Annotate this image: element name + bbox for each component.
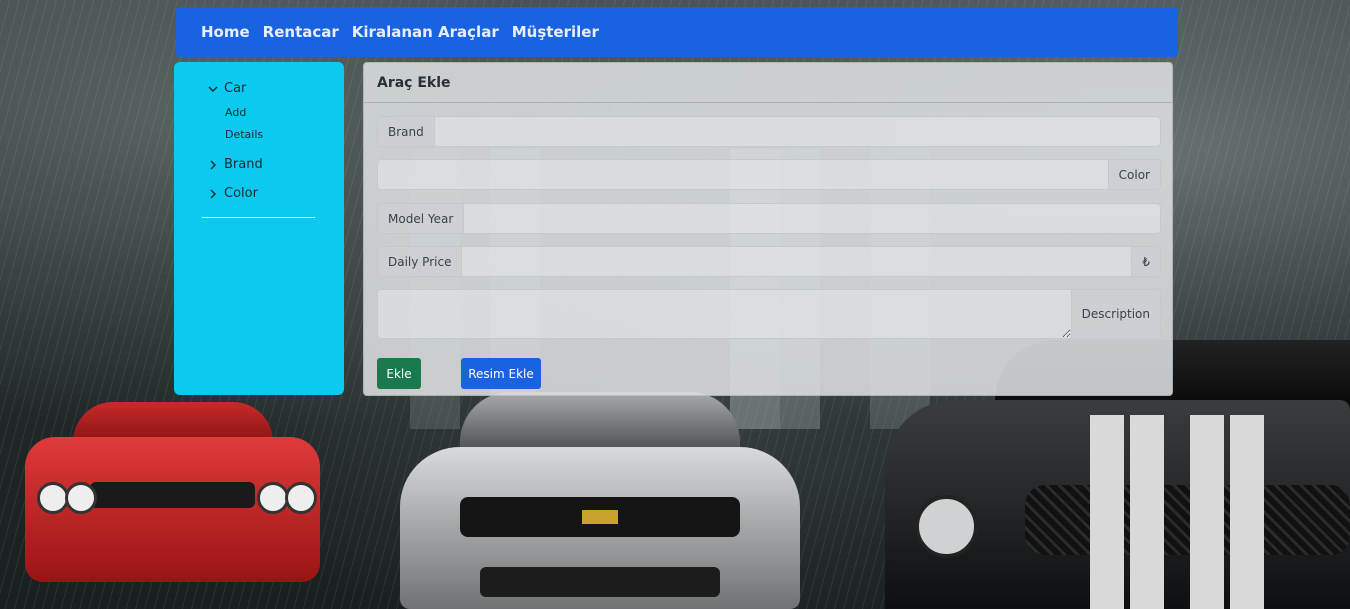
add-car-card: Araç Ekle Brand Color Model Year Daily P…: [363, 62, 1173, 396]
sidebar-item-car[interactable]: Car: [208, 81, 246, 96]
description-label: Description: [1070, 290, 1160, 338]
daily-price-label: Daily Price: [378, 247, 463, 276]
add-button[interactable]: Ekle: [377, 358, 421, 389]
daily-price-input-group: Daily Price ₺: [377, 246, 1161, 277]
color-input-group: Color: [377, 159, 1161, 190]
nav-link-home[interactable]: Home: [201, 23, 250, 41]
sidebar: Car Add Details Brand Color: [174, 62, 344, 395]
color-input[interactable]: [378, 160, 1108, 189]
sidebar-item-brand[interactable]: Brand: [208, 157, 263, 172]
chevron-down-icon: [208, 86, 218, 92]
sidebar-item-color[interactable]: Color: [208, 186, 258, 201]
silver-car-image: [400, 392, 800, 609]
model-year-input-group: Model Year: [377, 203, 1161, 234]
chevron-right-icon: [210, 189, 216, 198]
chevron-right-icon: [210, 160, 216, 169]
currency-symbol: ₺: [1131, 247, 1160, 276]
brand-input[interactable]: [434, 117, 1160, 146]
model-year-input[interactable]: [464, 204, 1160, 233]
sidebar-item-car-label: Car: [224, 81, 247, 96]
sidebar-item-color-label: Color: [224, 186, 258, 201]
sidebar-item-brand-label: Brand: [224, 157, 263, 172]
daily-price-input[interactable]: [462, 247, 1132, 276]
top-navbar: Home Rentacar Kiralanan Araçlar Müşteril…: [176, 7, 1178, 57]
nav-link-rented-cars[interactable]: Kiralanan Araçlar: [352, 23, 499, 41]
red-car-image: [25, 402, 320, 582]
nav-link-rentacar[interactable]: Rentacar: [263, 23, 339, 41]
sidebar-subitem-add[interactable]: Add: [225, 106, 246, 119]
add-image-button[interactable]: Resim Ekle: [461, 358, 541, 389]
brand-input-group: Brand: [377, 116, 1161, 147]
sidebar-subitem-details[interactable]: Details: [225, 128, 263, 141]
card-title: Araç Ekle: [364, 63, 1172, 103]
description-input-group: Description: [377, 289, 1161, 339]
color-label: Color: [1107, 160, 1160, 189]
description-textarea[interactable]: [378, 290, 1071, 338]
model-year-label: Model Year: [378, 204, 465, 233]
nav-link-customers[interactable]: Müşteriler: [512, 23, 599, 41]
sidebar-divider: [202, 217, 315, 218]
brand-label: Brand: [378, 117, 435, 146]
